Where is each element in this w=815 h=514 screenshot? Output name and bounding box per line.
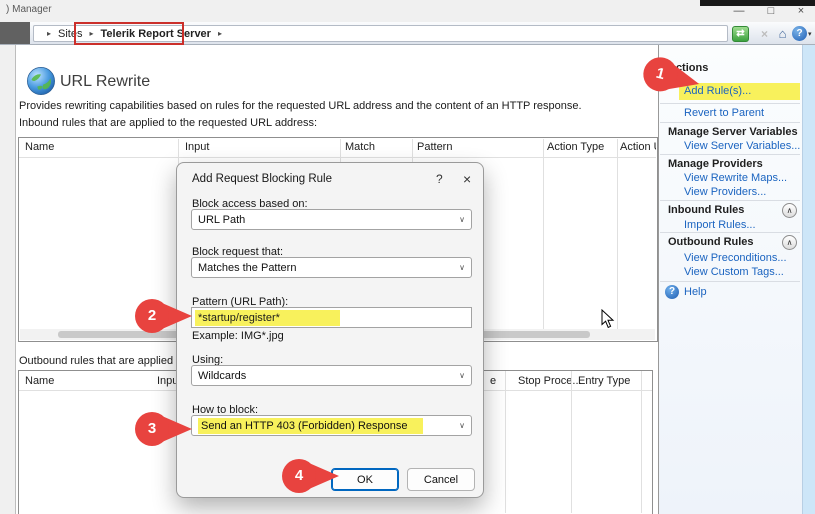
action-view-providers[interactable]: View Providers... <box>684 186 766 198</box>
separator <box>660 122 800 123</box>
outbound-col-truncated[interactable]: e <box>490 375 496 387</box>
inbound-col-action-type[interactable]: Action Type <box>547 141 604 153</box>
block-request-select[interactable]: Matches the Pattern ∨ <box>191 257 472 278</box>
actions-group-inbound-rules: Inbound Rules <box>668 204 744 216</box>
mouse-cursor <box>601 309 615 334</box>
help-icon[interactable]: ? <box>792 26 807 41</box>
inbound-col-action-url[interactable]: Action U <box>620 141 656 153</box>
url-rewrite-globe-icon <box>26 66 56 96</box>
inbound-col-name[interactable]: Name <box>25 141 54 153</box>
chevron-down-icon: ∨ <box>459 371 465 380</box>
dialog-title: Add Request Blocking Rule <box>192 173 332 185</box>
using-select[interactable]: Wildcards ∨ <box>191 365 472 386</box>
back-forward-icon[interactable]: ⇄ <box>732 26 749 42</box>
annotation-2: 2 <box>134 296 192 336</box>
action-view-server-variables[interactable]: View Server Variables... <box>684 140 800 152</box>
action-view-preconditions[interactable]: View Preconditions... <box>684 252 787 264</box>
actions-group-manage-server-variables: Manage Server Variables <box>668 126 798 138</box>
outbound-col-entry-type[interactable]: Entry Type <box>578 375 630 387</box>
chevron-right-icon[interactable]: ▸ <box>47 29 51 38</box>
home-icon[interactable]: ⌂ <box>774 26 791 42</box>
separator <box>660 232 800 233</box>
page-title: URL Rewrite <box>60 73 150 91</box>
help-icon: ? <box>665 285 679 299</box>
how-to-block-select[interactable]: Send an HTTP 403 (Forbidden) Response ∨ <box>191 415 472 436</box>
chevron-down-icon: ∨ <box>459 421 465 430</box>
block-request-value: Matches the Pattern <box>198 262 296 274</box>
inbound-col-pattern[interactable]: Pattern <box>417 141 452 153</box>
using-value: Wildcards <box>198 370 246 382</box>
action-help[interactable]: Help <box>684 286 707 298</box>
how-to-block-value: Send an HTTP 403 (Forbidden) Response <box>198 418 423 434</box>
block-access-select[interactable]: URL Path ∨ <box>191 209 472 230</box>
stop-icon: × <box>756 26 773 42</box>
annotation-number: 2 <box>134 296 170 336</box>
inbound-header-divider <box>19 157 656 158</box>
dialog-help-button[interactable]: ? <box>436 172 443 186</box>
title-bar: ) Manager — □ × <box>0 0 815 22</box>
annotation-3: 3 <box>134 409 192 449</box>
separator <box>660 281 800 282</box>
pattern-example: Example: IMG*.jpg <box>192 330 284 342</box>
close-button[interactable]: × <box>788 3 814 20</box>
column-divider <box>571 371 572 513</box>
inbound-rules-caption: Inbound rules that are applied to the re… <box>19 117 317 129</box>
add-request-blocking-rule-dialog: Add Request Blocking Rule ? × Block acce… <box>176 162 484 498</box>
chevron-down-icon: ∨ <box>459 263 465 272</box>
annotation-4: 4 <box>281 456 339 496</box>
collapse-outbound-icon[interactable]: ∧ <box>782 235 797 250</box>
outbound-col-name[interactable]: Name <box>25 375 54 387</box>
annotation-red-box <box>74 22 184 45</box>
separator <box>660 200 800 201</box>
separator <box>660 103 800 104</box>
right-window-edge <box>802 45 815 514</box>
iis-manager-window: ) Manager — □ × ▸ Sites ▸ Telerik Report… <box>0 0 815 514</box>
separator <box>660 154 800 155</box>
actions-group-manage-providers: Manage Providers <box>668 158 763 170</box>
column-divider <box>505 371 506 513</box>
action-import-rules[interactable]: Import Rules... <box>684 219 756 231</box>
annotation-number: 3 <box>134 409 170 449</box>
window-title: ) Manager <box>6 4 52 15</box>
minimize-button[interactable]: — <box>726 3 752 20</box>
breadcrumb-bar: ▸ Sites ▸ Telerik Report Server ▸ ⇄ × ⌂ … <box>0 22 815 45</box>
collapse-inbound-icon[interactable]: ∧ <box>782 203 797 218</box>
outbound-col-stop-processing[interactable]: Stop Proce... <box>518 375 582 387</box>
annotation-number: 4 <box>281 456 317 496</box>
actions-group-outbound-rules: Outbound Rules <box>668 236 754 248</box>
feature-description: Provides rewriting capabilities based on… <box>19 100 582 112</box>
action-revert-to-parent[interactable]: Revert to Parent <box>684 107 764 119</box>
toolbar-corner-block <box>0 22 30 44</box>
inbound-col-input[interactable]: Input <box>185 141 209 153</box>
chevron-right-icon[interactable]: ▸ <box>218 29 222 38</box>
cancel-button[interactable]: Cancel <box>407 468 475 491</box>
action-view-custom-tags[interactable]: View Custom Tags... <box>684 266 784 278</box>
pattern-input[interactable]: *startup/register* <box>191 307 472 328</box>
help-dropdown-icon[interactable]: ▾ <box>808 30 812 38</box>
chevron-down-icon: ∨ <box>459 215 465 224</box>
column-divider <box>641 371 642 513</box>
column-divider <box>617 139 618 329</box>
block-access-value: URL Path <box>198 214 245 226</box>
ok-button[interactable]: OK <box>331 468 399 491</box>
action-view-rewrite-maps[interactable]: View Rewrite Maps... <box>684 172 787 184</box>
left-panel-edge <box>0 45 16 514</box>
maximize-button[interactable]: □ <box>758 3 784 20</box>
inbound-col-match[interactable]: Match <box>345 141 375 153</box>
pattern-value: *startup/register* <box>195 310 340 326</box>
column-divider <box>543 139 544 329</box>
dialog-close-button[interactable]: × <box>463 171 471 187</box>
